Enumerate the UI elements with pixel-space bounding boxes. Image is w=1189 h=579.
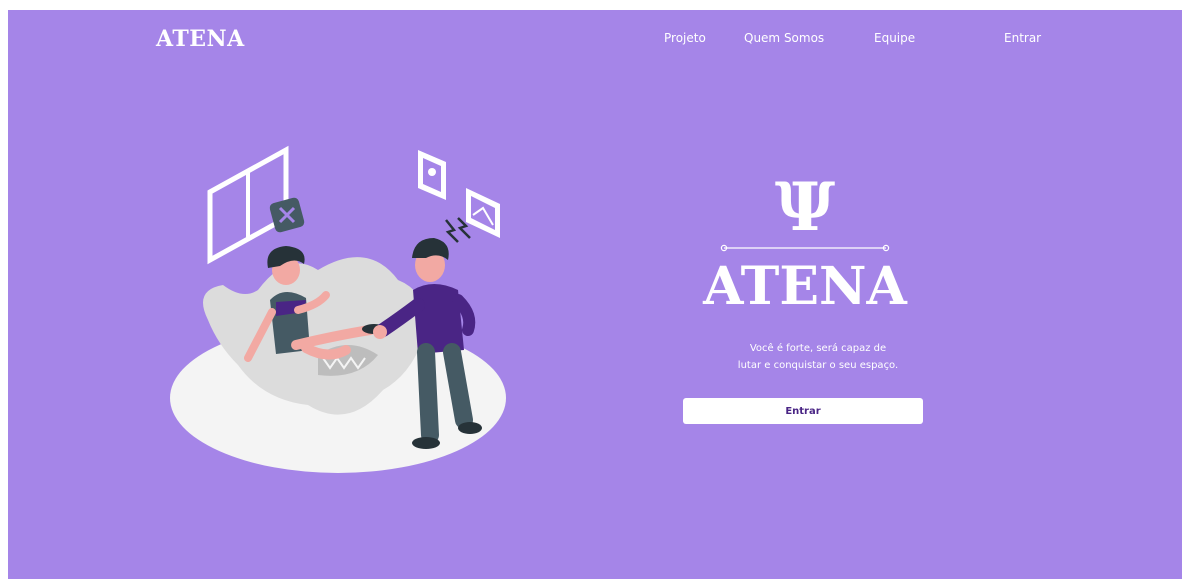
- logo-wordmark: ATENA: [702, 256, 907, 317]
- brand-logo[interactable]: ATENA: [156, 26, 245, 52]
- atena-logo: Ψ ATENA: [702, 168, 907, 317]
- tagline-line-2: lutar e conquistar o seu espaço.: [737, 360, 899, 371]
- nav-link-projeto[interactable]: Projeto: [664, 31, 706, 45]
- tagline-line-1: Você é forte, será capaz de: [749, 343, 887, 354]
- hero-tagline: Você é forte, será capaz de lutar e conq…: [688, 340, 948, 374]
- hero-illustration: [170, 145, 506, 473]
- psi-symbol-icon: Ψ: [775, 168, 835, 246]
- wall-frame-landscape: [466, 188, 500, 238]
- nav-link-equipe[interactable]: Equipe: [874, 31, 915, 45]
- nav-link-entrar[interactable]: Entrar: [1004, 31, 1041, 45]
- muted-sign-icon: [269, 197, 305, 233]
- nav-link-quem-somos[interactable]: Quem Somos: [744, 31, 824, 45]
- page-frame: ATENA Projeto Quem Somos Equipe Entrar Ψ…: [8, 10, 1182, 579]
- enter-button[interactable]: Entrar: [683, 398, 923, 424]
- wall-frame-family: [418, 150, 446, 200]
- logo-divider: [720, 244, 890, 252]
